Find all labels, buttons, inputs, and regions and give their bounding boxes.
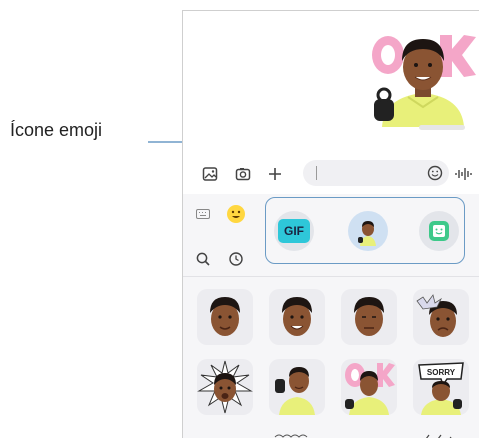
keyboard-icon[interactable] (191, 203, 215, 225)
sticker-item[interactable] (341, 359, 397, 415)
sticker-item[interactable] (413, 289, 469, 345)
phone-screen: GIF SORRY (182, 10, 479, 438)
smiley-icon[interactable] (427, 165, 443, 186)
camera-icon[interactable] (231, 162, 255, 186)
chat-area (183, 11, 479, 154)
sticker-category-bar: GIF (265, 197, 465, 264)
message-toolbar (183, 154, 479, 194)
emoji-tab-icon[interactable] (224, 203, 248, 225)
sticker-item[interactable] (341, 289, 397, 345)
gif-category[interactable]: GIF (274, 211, 314, 251)
callout-label: Ícone emoji (10, 120, 103, 140)
sticker-item[interactable] (269, 359, 325, 415)
sticker-item[interactable] (197, 289, 253, 345)
svg-text:SORRY: SORRY (427, 368, 456, 377)
sticker-item[interactable] (197, 359, 253, 415)
text-caret (316, 166, 317, 180)
sticker-app-icon[interactable] (419, 211, 459, 251)
plus-icon[interactable] (263, 162, 287, 186)
gif-label: GIF (278, 219, 310, 243)
message-timestamp (419, 125, 465, 130)
emoji-sticker-panel: GIF SORRY (183, 194, 479, 438)
voice-waveform-icon[interactable] (451, 162, 475, 186)
ar-emoji-avatar-icon[interactable] (348, 211, 388, 251)
sticker-item[interactable]: SORRY (413, 359, 469, 415)
message-input[interactable] (303, 160, 449, 186)
panel-divider (183, 276, 479, 277)
sent-ar-emoji-sticker[interactable] (368, 27, 478, 127)
sticker-item[interactable] (269, 289, 325, 345)
gallery-icon[interactable] (198, 162, 222, 186)
search-icon[interactable] (191, 248, 215, 270)
clock-icon[interactable] (224, 248, 248, 270)
